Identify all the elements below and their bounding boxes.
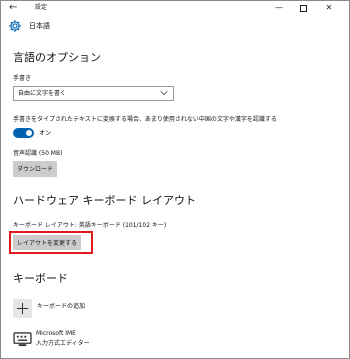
handwriting-select-value: 自由に文字を書く [18, 90, 67, 97]
back-arrow-icon[interactable]: ← [9, 2, 17, 14]
add-keyboard-button[interactable] [13, 299, 32, 318]
toggle-knob [26, 130, 32, 136]
change-layout-button[interactable]: レイアウトを変更する [13, 235, 81, 250]
chevron-down-icon [160, 91, 168, 96]
hardware-keyboard-title: ハードウェア キーボード レイアウト [13, 194, 196, 207]
keyboard-item-subtitle: 入力方式エディター [36, 340, 90, 347]
keyboard-icon [13, 332, 32, 347]
minimize-button[interactable]: — [267, 1, 291, 16]
change-layout-button-label: レイアウトを変更する [16, 240, 77, 247]
page-header: 日本語 [1, 16, 349, 38]
download-button[interactable]: ダウンロード [13, 161, 57, 177]
maximize-button[interactable] [291, 1, 315, 16]
page-title: 日本語 [29, 22, 50, 30]
auto-convert-label: 手書きをタイプされたテキストに変換する場合、あまり使用されない中国の文字や漢字を… [13, 116, 277, 123]
keyboard-item-name[interactable]: Microsoft IME [36, 329, 76, 338]
keyboards-title: キーボード [13, 272, 68, 285]
close-button[interactable]: ✕ [317, 1, 341, 16]
add-keyboard-label[interactable]: キーボードの追加 [37, 302, 85, 311]
speech-label: 音声認識 (50 MB) [13, 150, 63, 157]
auto-convert-toggle[interactable] [13, 128, 34, 138]
handwriting-label: 手書き [13, 75, 32, 82]
gear-icon [9, 20, 21, 32]
maximize-icon [299, 5, 307, 12]
language-options-title: 言語のオプション [13, 51, 101, 64]
toggle-state-label: オン [39, 130, 52, 137]
minimize-icon: — [275, 3, 283, 12]
window-title: 設定 [35, 4, 48, 11]
handwriting-select[interactable]: 自由に文字を書く [13, 86, 174, 101]
title-bar: ← 設定 — ✕ [1, 1, 349, 16]
current-layout-label: キーボード レイアウト: 英語キーボード (101/102 キー) [13, 222, 167, 229]
settings-window: ← 設定 — ✕ 日本語 言語のオプション 手書き 自由に文字を書く 手書きをタ… [0, 0, 350, 359]
close-icon: ✕ [325, 3, 333, 12]
download-button-label: ダウンロード [16, 166, 53, 173]
